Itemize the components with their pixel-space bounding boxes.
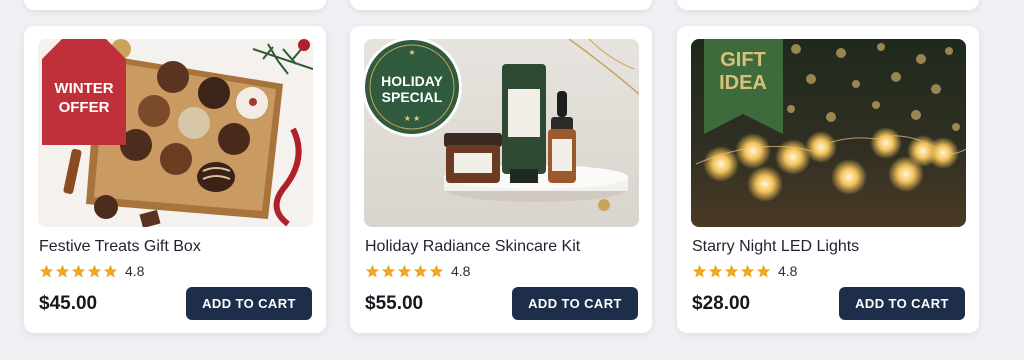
add-to-cart-button[interactable]: ADD TO CART bbox=[839, 287, 965, 320]
svg-text:★: ★ bbox=[408, 48, 415, 57]
rating-stars bbox=[365, 264, 444, 279]
star-icon bbox=[756, 264, 771, 277]
badge-line-1: HOLIDAY bbox=[381, 73, 443, 89]
star-icon bbox=[724, 264, 739, 277]
product-rating: 4.8 bbox=[365, 263, 470, 279]
badge-line-2: OFFER bbox=[59, 99, 110, 116]
previous-card-top bbox=[24, 0, 326, 10]
badge-line-1: GIFT bbox=[720, 49, 766, 71]
product-price: $28.00 bbox=[692, 293, 751, 314]
star-icon bbox=[740, 264, 755, 277]
product-card[interactable]: WINTER OFFER Festive Treats Gift Box 4.8… bbox=[24, 26, 326, 333]
product-price: $55.00 bbox=[365, 293, 424, 314]
product-rating: 4.8 bbox=[692, 263, 797, 279]
product-title[interactable]: Holiday Radiance Skincare Kit bbox=[365, 238, 580, 256]
badge-line-1: WINTER bbox=[54, 80, 113, 97]
product-title[interactable]: Starry Night LED Lights bbox=[692, 238, 859, 256]
rating-stars bbox=[39, 264, 118, 279]
add-to-cart-button[interactable]: ADD TO CART bbox=[186, 287, 312, 320]
star-icon bbox=[365, 264, 380, 277]
add-to-cart-button[interactable]: ADD TO CART bbox=[512, 287, 638, 320]
star-icon bbox=[692, 264, 707, 277]
star-icon bbox=[71, 264, 86, 277]
previous-card-top bbox=[350, 0, 652, 10]
product-price: $45.00 bbox=[39, 293, 98, 314]
rating-value: 4.8 bbox=[451, 263, 471, 279]
star-icon bbox=[429, 264, 444, 277]
product-image[interactable]: WINTER OFFER bbox=[38, 39, 313, 227]
star-icon bbox=[397, 264, 412, 277]
product-title[interactable]: Festive Treats Gift Box bbox=[39, 238, 201, 256]
product-image[interactable]: GIFT IDEA bbox=[691, 39, 966, 227]
rating-stars bbox=[692, 264, 771, 279]
badge-line-2: SPECIAL bbox=[382, 89, 443, 105]
product-rating: 4.8 bbox=[39, 263, 144, 279]
star-icon bbox=[413, 264, 428, 277]
star-icon bbox=[55, 264, 70, 277]
product-image[interactable]: ★ HOLIDAY SPECIAL ★ ★ bbox=[364, 39, 639, 227]
rating-value: 4.8 bbox=[778, 263, 798, 279]
star-icon bbox=[87, 264, 102, 277]
star-icon bbox=[381, 264, 396, 277]
star-icon bbox=[39, 264, 54, 277]
rating-value: 4.8 bbox=[125, 263, 145, 279]
product-card[interactable]: ★ HOLIDAY SPECIAL ★ ★ Holiday Radiance S… bbox=[350, 26, 652, 333]
product-card[interactable]: GIFT IDEA Starry Night LED Lights 4.8 $2… bbox=[677, 26, 979, 333]
star-icon bbox=[708, 264, 723, 277]
svg-text:★ ★: ★ ★ bbox=[404, 114, 421, 123]
previous-card-top bbox=[677, 0, 979, 10]
star-icon bbox=[103, 264, 118, 277]
badge-line-2: IDEA bbox=[719, 72, 767, 94]
